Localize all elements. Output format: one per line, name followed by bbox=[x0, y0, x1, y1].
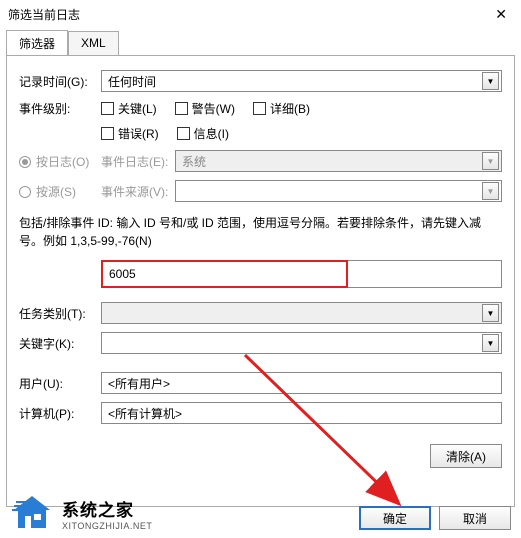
chevron-down-icon[interactable]: ▼ bbox=[482, 72, 499, 90]
event-log-label: 事件日志(E): bbox=[101, 153, 175, 170]
tab-filter[interactable]: 筛选器 bbox=[6, 30, 68, 56]
warning-label: 警告(W) bbox=[192, 100, 235, 117]
warning-checkbox[interactable] bbox=[175, 102, 188, 115]
computer-input[interactable]: <所有计算机> bbox=[101, 402, 502, 424]
verbose-label: 详细(B) bbox=[270, 100, 310, 117]
error-label: 错误(R) bbox=[118, 125, 159, 142]
by-source-radio bbox=[19, 186, 31, 198]
event-log-dropdown: 系统 ▼ bbox=[175, 150, 502, 172]
event-id-input-ext[interactable] bbox=[348, 260, 502, 288]
event-id-input[interactable]: 6005 bbox=[109, 267, 136, 281]
tab-xml[interactable]: XML bbox=[68, 31, 119, 57]
by-source-label: 按源(S) bbox=[36, 185, 76, 199]
event-source-dropdown[interactable]: ▼ bbox=[175, 180, 502, 202]
event-log-value: 系统 bbox=[182, 153, 206, 170]
by-log-radio bbox=[19, 156, 31, 168]
by-log-label: 按日志(O) bbox=[36, 155, 89, 169]
critical-checkbox[interactable] bbox=[101, 102, 114, 115]
cancel-button[interactable]: 取消 bbox=[439, 506, 511, 530]
ok-button[interactable]: 确定 bbox=[359, 506, 431, 530]
task-category-dropdown: ▼ bbox=[101, 302, 502, 324]
logo: 系统之家 XITONGZHIJIA.NET bbox=[10, 494, 152, 532]
window-title: 筛选当前日志 bbox=[8, 6, 80, 23]
event-level-label: 事件级别: bbox=[19, 100, 101, 117]
logged-label: 记录时间(G): bbox=[19, 73, 101, 90]
help-text: 包括/排除事件 ID: 输入 ID 号和/或 ID 范围，使用逗号分隔。若要排除… bbox=[19, 214, 502, 250]
house-icon bbox=[10, 494, 54, 532]
logo-text-zh: 系统之家 bbox=[62, 496, 152, 521]
clear-button[interactable]: 清除(A) bbox=[430, 444, 502, 468]
user-input[interactable]: <所有用户> bbox=[101, 372, 502, 394]
chevron-down-icon: ▼ bbox=[482, 304, 499, 322]
event-source-label: 事件来源(V): bbox=[101, 183, 175, 200]
computer-label: 计算机(P): bbox=[19, 405, 101, 422]
logged-dropdown[interactable]: 任何时间 ▼ bbox=[101, 70, 502, 92]
user-label: 用户(U): bbox=[19, 375, 101, 392]
info-checkbox[interactable] bbox=[177, 127, 190, 140]
chevron-down-icon[interactable]: ▼ bbox=[482, 334, 499, 352]
logged-value: 任何时间 bbox=[108, 73, 156, 90]
close-icon[interactable]: ✕ bbox=[489, 6, 513, 23]
task-category-label: 任务类别(T): bbox=[19, 305, 101, 322]
error-checkbox[interactable] bbox=[101, 127, 114, 140]
filter-panel: 记录时间(G): 任何时间 ▼ 事件级别: 关键(L) 警告(W) 详细(B) … bbox=[6, 55, 515, 507]
level-checkbox-group: 关键(L) 警告(W) 详细(B) bbox=[101, 100, 310, 117]
critical-label: 关键(L) bbox=[118, 100, 157, 117]
level-checkbox-group2: 错误(R) 信息(I) bbox=[101, 125, 229, 142]
logo-text-en: XITONGZHIJIA.NET bbox=[62, 521, 152, 531]
event-id-highlight: 6005 bbox=[101, 260, 348, 288]
chevron-down-icon: ▼ bbox=[482, 152, 499, 170]
keywords-label: 关键字(K): bbox=[19, 335, 101, 352]
verbose-checkbox[interactable] bbox=[253, 102, 266, 115]
chevron-down-icon[interactable]: ▼ bbox=[482, 182, 499, 200]
keywords-dropdown[interactable]: ▼ bbox=[101, 332, 502, 354]
info-label: 信息(I) bbox=[194, 125, 229, 142]
